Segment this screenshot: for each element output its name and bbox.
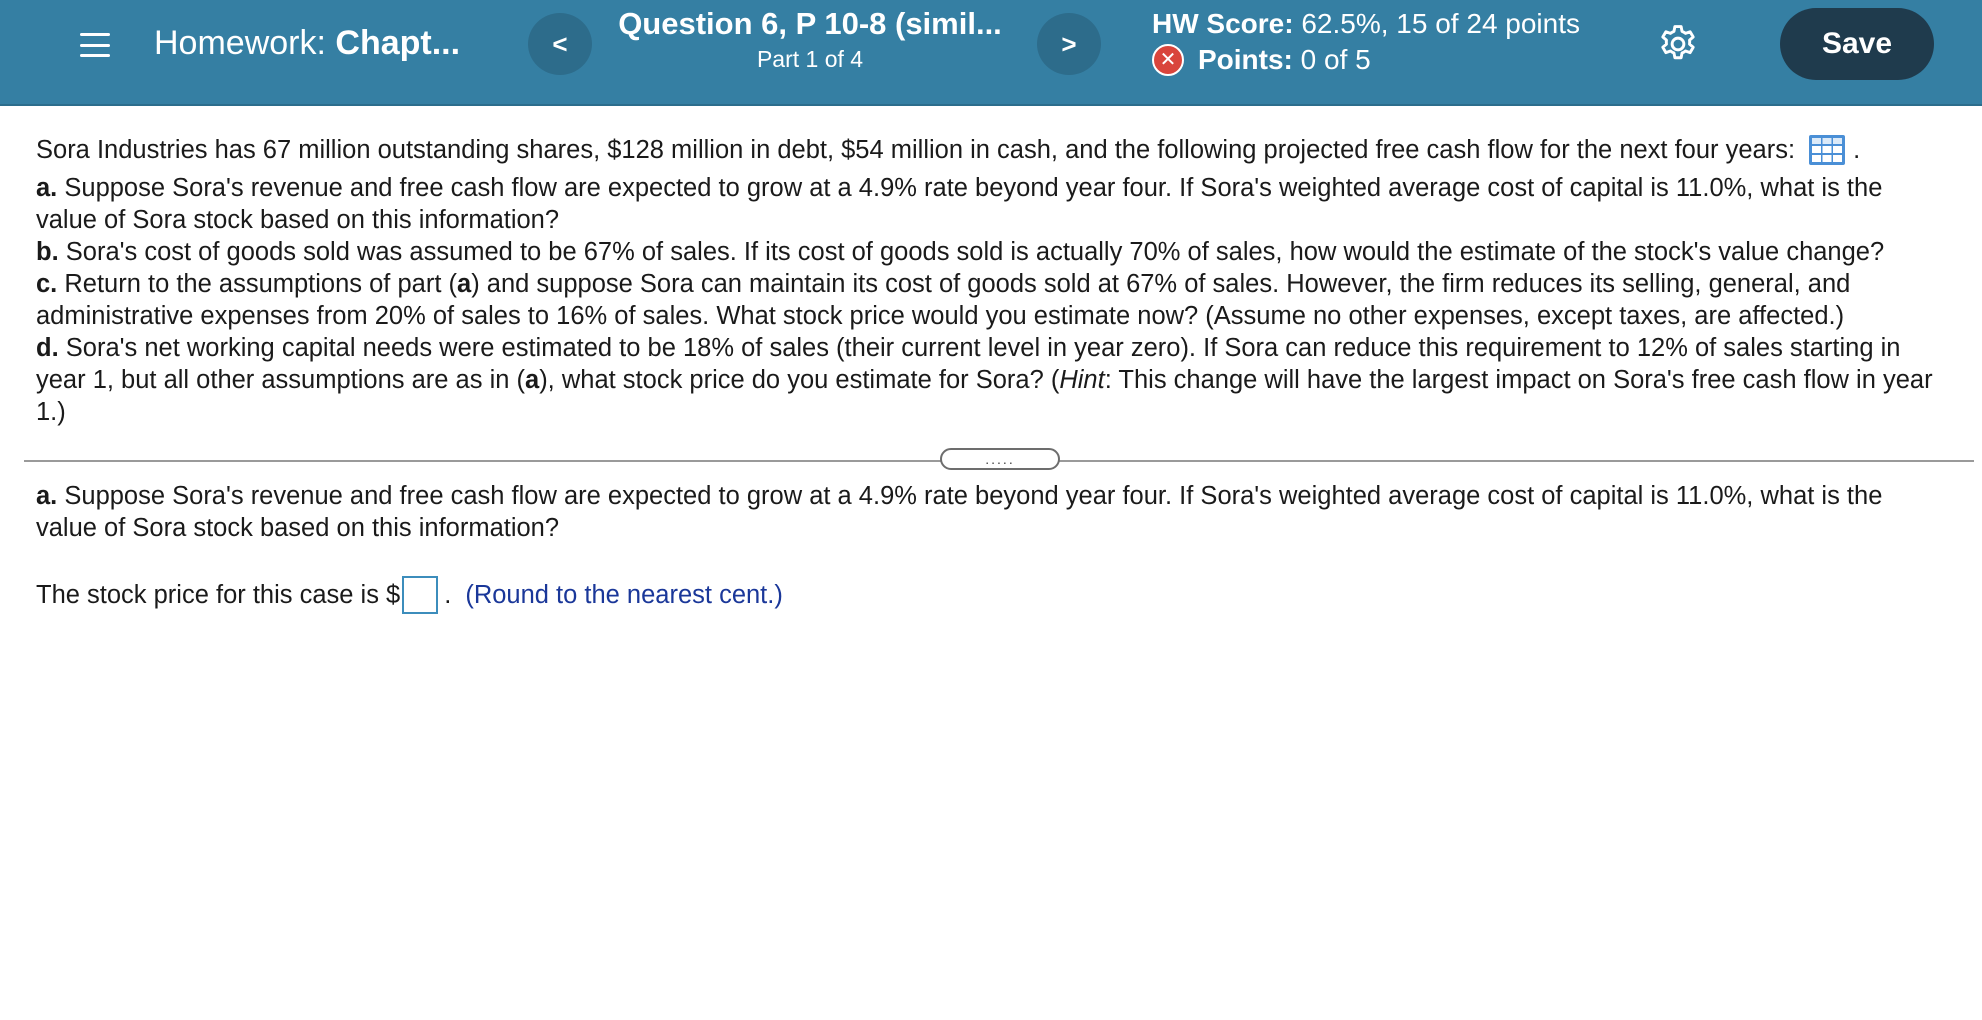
answer-period: .: [444, 581, 452, 609]
question-title: Question 6, P 10-8 (simil...: [618, 6, 1002, 41]
part-text: ), what stock price do you estimate for …: [539, 366, 1060, 394]
question-part-a: a. Suppose Sora's revenue and free cash …: [36, 172, 1946, 236]
part-text: Return to the assumptions of part (: [64, 270, 457, 298]
top-bar: Homework: Chapt... < Question 6, P 10-8 …: [0, 0, 1982, 106]
gear-icon[interactable]: [1656, 22, 1700, 66]
homework-title[interactable]: Homework: Chapt...: [154, 24, 460, 63]
part-text: Suppose Sora's revenue and free cash flo…: [36, 174, 1883, 234]
previous-question-button[interactable]: <: [528, 13, 592, 75]
hint-word: Hint: [1059, 366, 1105, 394]
rounding-hint: (Round to the nearest cent.): [465, 581, 783, 609]
part-reference: a: [525, 366, 540, 394]
hw-score-label: HW Score:: [1152, 8, 1294, 39]
intro-text: Sora Industries has 67 million outstandi…: [36, 136, 1796, 164]
table-grid-icon[interactable]: [1809, 135, 1846, 165]
answer-section: a. Suppose Sora's revenue and free cash …: [36, 480, 1946, 614]
part-letter: b.: [36, 238, 59, 266]
part-letter: d.: [36, 334, 59, 362]
part-letter: c.: [36, 270, 58, 298]
x-circle-icon: ✕: [1152, 44, 1184, 76]
save-button[interactable]: Save: [1780, 8, 1934, 80]
homework-prefix: Homework:: [154, 24, 326, 62]
points-value: 0 of 5: [1300, 44, 1371, 75]
answer-letter: a.: [36, 482, 58, 510]
question-content: Sora Industries has 67 million outstandi…: [36, 134, 1946, 428]
answer-row: The stock price for this case is $ . (Ro…: [36, 576, 1946, 614]
stock-price-input[interactable]: [402, 576, 439, 614]
question-part-d: d. Sora's net working capital needs were…: [36, 332, 1946, 428]
question-part-c: c. Return to the assumptions of part (a)…: [36, 268, 1946, 332]
hw-score-value: 62.5%, 15 of 24 points: [1301, 8, 1581, 39]
answer-question: a. Suppose Sora's revenue and free cash …: [36, 480, 1946, 544]
part-text: Sora's cost of goods sold was assumed to…: [65, 238, 1885, 266]
points-status: ✕ Points: 0 of 5: [1152, 44, 1371, 76]
part-reference: a: [457, 270, 472, 298]
points-label: Points:: [1198, 44, 1293, 75]
expand-toggle[interactable]: .....: [940, 448, 1060, 470]
answer-prompt: The stock price for this case is $: [36, 581, 401, 609]
next-question-button[interactable]: >: [1037, 13, 1101, 75]
part-letter: a.: [36, 174, 58, 202]
question-intro: Sora Industries has 67 million outstandi…: [36, 134, 1946, 166]
question-part-b: b. Sora's cost of goods sold was assumed…: [36, 236, 1946, 268]
answer-question-text: Suppose Sora's revenue and free cash flo…: [36, 482, 1883, 542]
homework-name: Chapt...: [335, 24, 461, 62]
question-part: Part 1 of 4: [756, 46, 864, 72]
hamburger-menu-icon[interactable]: [78, 28, 112, 62]
intro-end: .: [1853, 136, 1861, 164]
hw-score: HW Score: 62.5%, 15 of 24 points: [1152, 8, 1580, 40]
